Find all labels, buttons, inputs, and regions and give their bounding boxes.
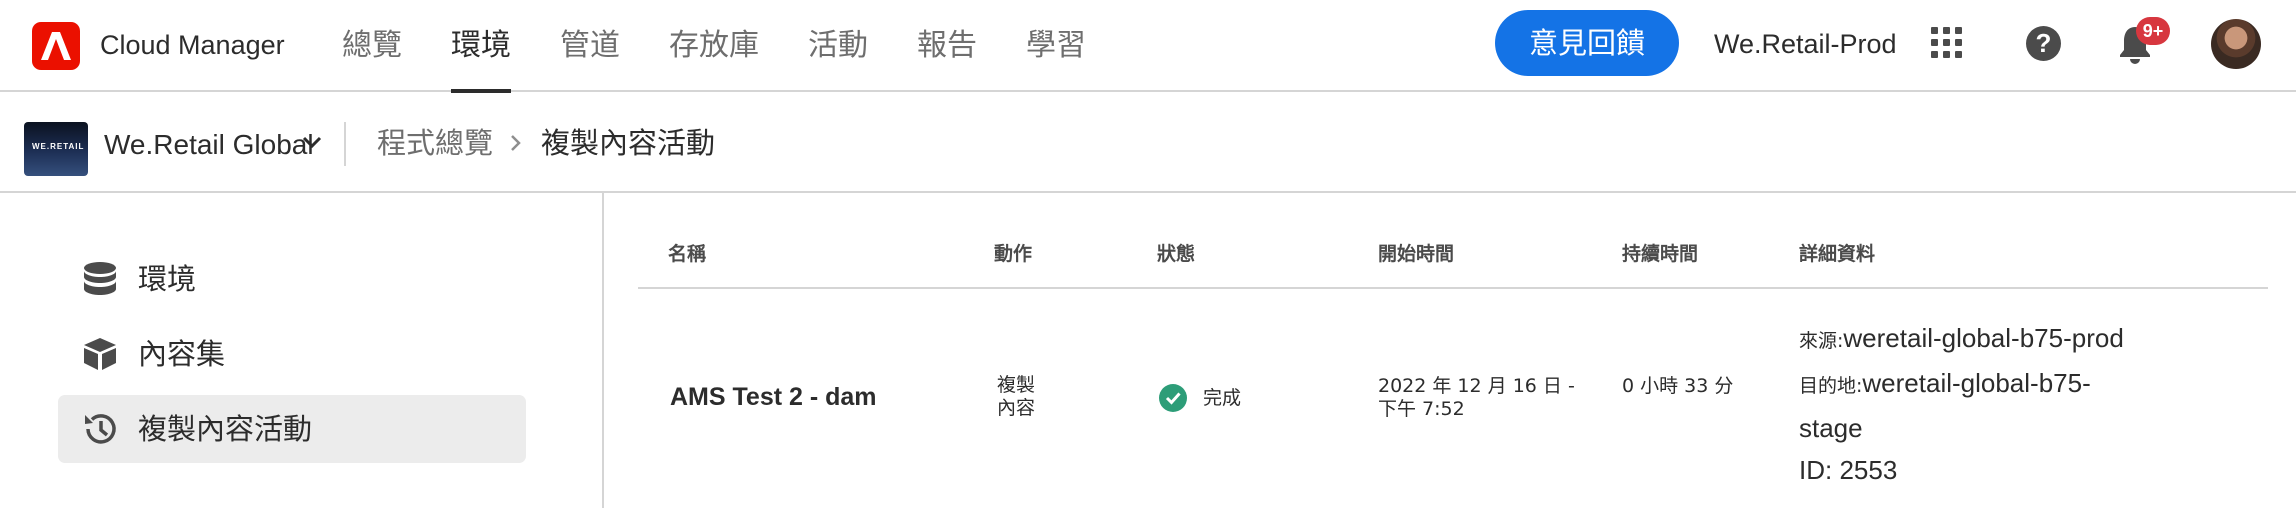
nav-tab-repositories[interactable]: 存放庫 [669, 0, 759, 92]
main-nav: 總覽 環境 管道 存放庫 活動 報告 學習 [342, 0, 1135, 93]
chevron-down-icon[interactable] [302, 136, 322, 155]
history-icon [82, 411, 118, 447]
sidebar-item-label: 內容集 [138, 337, 226, 371]
notification-badge: 9+ [2136, 17, 2170, 45]
apps-grid-icon[interactable] [1931, 27, 1963, 59]
adobe-logo-icon[interactable] [32, 22, 80, 70]
checkmark-circle-icon [1159, 384, 1187, 412]
sidebar-item-content-sets[interactable]: 內容集 [58, 320, 526, 388]
top-bar: Cloud Manager 總覽 環境 管道 存放庫 活動 報告 學習 意見回饋… [0, 0, 2296, 93]
details: 來源:weretail-global-b75-prod 目的地:weretail… [1799, 317, 2179, 491]
column-header-name[interactable]: 名稱 [668, 238, 706, 270]
details-id: ID: 2553 [1799, 455, 1898, 485]
nav-tab-reports[interactable]: 報告 [917, 0, 977, 92]
sidebar-item-label: 環境 [138, 262, 197, 296]
column-header-action[interactable]: 動作 [994, 238, 1032, 270]
column-header-duration[interactable]: 持續時間 [1622, 238, 1698, 270]
app-title[interactable]: Cloud Manager [100, 28, 285, 62]
sidebar-item-copy-content-activity[interactable]: 複製內容活動 [58, 395, 526, 463]
avatar[interactable] [2211, 19, 2261, 69]
program-thumbnail: WE.RETAIL [24, 122, 88, 176]
activity-name: AMS Test 2 - dam [670, 383, 877, 411]
table-header: 名稱 動作 狀態 開始時間 持續時間 詳細資料 [638, 238, 2268, 289]
breadcrumb-current: 複製內容活動 [541, 126, 716, 160]
column-header-status[interactable]: 狀態 [1157, 238, 1195, 270]
nav-tab-overview[interactable]: 總覽 [342, 0, 402, 92]
activity-action: 複製 內容 [997, 374, 1036, 419]
nav-tab-activity[interactable]: 活動 [808, 0, 868, 92]
divider [344, 122, 346, 166]
program-thumb-label: WE.RETAIL [32, 142, 85, 151]
details-target-continued: stage [1799, 413, 1863, 443]
details-source: 來源:weretail-global-b75-prod [1799, 323, 2124, 353]
program-bar: WE.RETAIL We.Retail Global 程式總覽 複製內容活動 [0, 92, 2296, 193]
details-target: 目的地:weretail-global-b75- [1799, 368, 2091, 398]
nav-tab-learn[interactable]: 學習 [1026, 0, 1086, 92]
duration: 0 小時 33 分 [1622, 375, 1734, 397]
program-switcher[interactable]: We.Retail Global [104, 128, 314, 162]
table-row[interactable]: AMS Test 2 - dam 複製 內容 完成 2022 年 12 月 16… [638, 290, 2268, 508]
nav-tab-pipelines[interactable]: 管道 [560, 0, 620, 92]
start-time: 2022 年 12 月 16 日 - 下午 7:52 [1378, 375, 1575, 420]
status-text: 完成 [1203, 387, 1242, 409]
sidebar: 環境 內容集 複製內容活動 [0, 193, 604, 508]
nav-tab-environments[interactable]: 環境 [451, 0, 511, 93]
package-icon [82, 336, 118, 372]
breadcrumb-program-overview[interactable]: 程式總覽 [377, 125, 493, 161]
column-header-details[interactable]: 詳細資料 [1799, 238, 1875, 270]
chevron-right-icon [510, 134, 522, 157]
sidebar-item-label: 複製內容活動 [138, 412, 313, 446]
column-header-start-time[interactable]: 開始時間 [1378, 238, 1454, 270]
org-switcher[interactable]: We.Retail-Prod [1714, 27, 1897, 61]
sidebar-item-environments[interactable]: 環境 [58, 245, 526, 313]
database-icon [82, 261, 118, 297]
help-icon[interactable]: ? [2026, 26, 2061, 61]
feedback-button[interactable]: 意見回饋 [1495, 10, 1679, 76]
